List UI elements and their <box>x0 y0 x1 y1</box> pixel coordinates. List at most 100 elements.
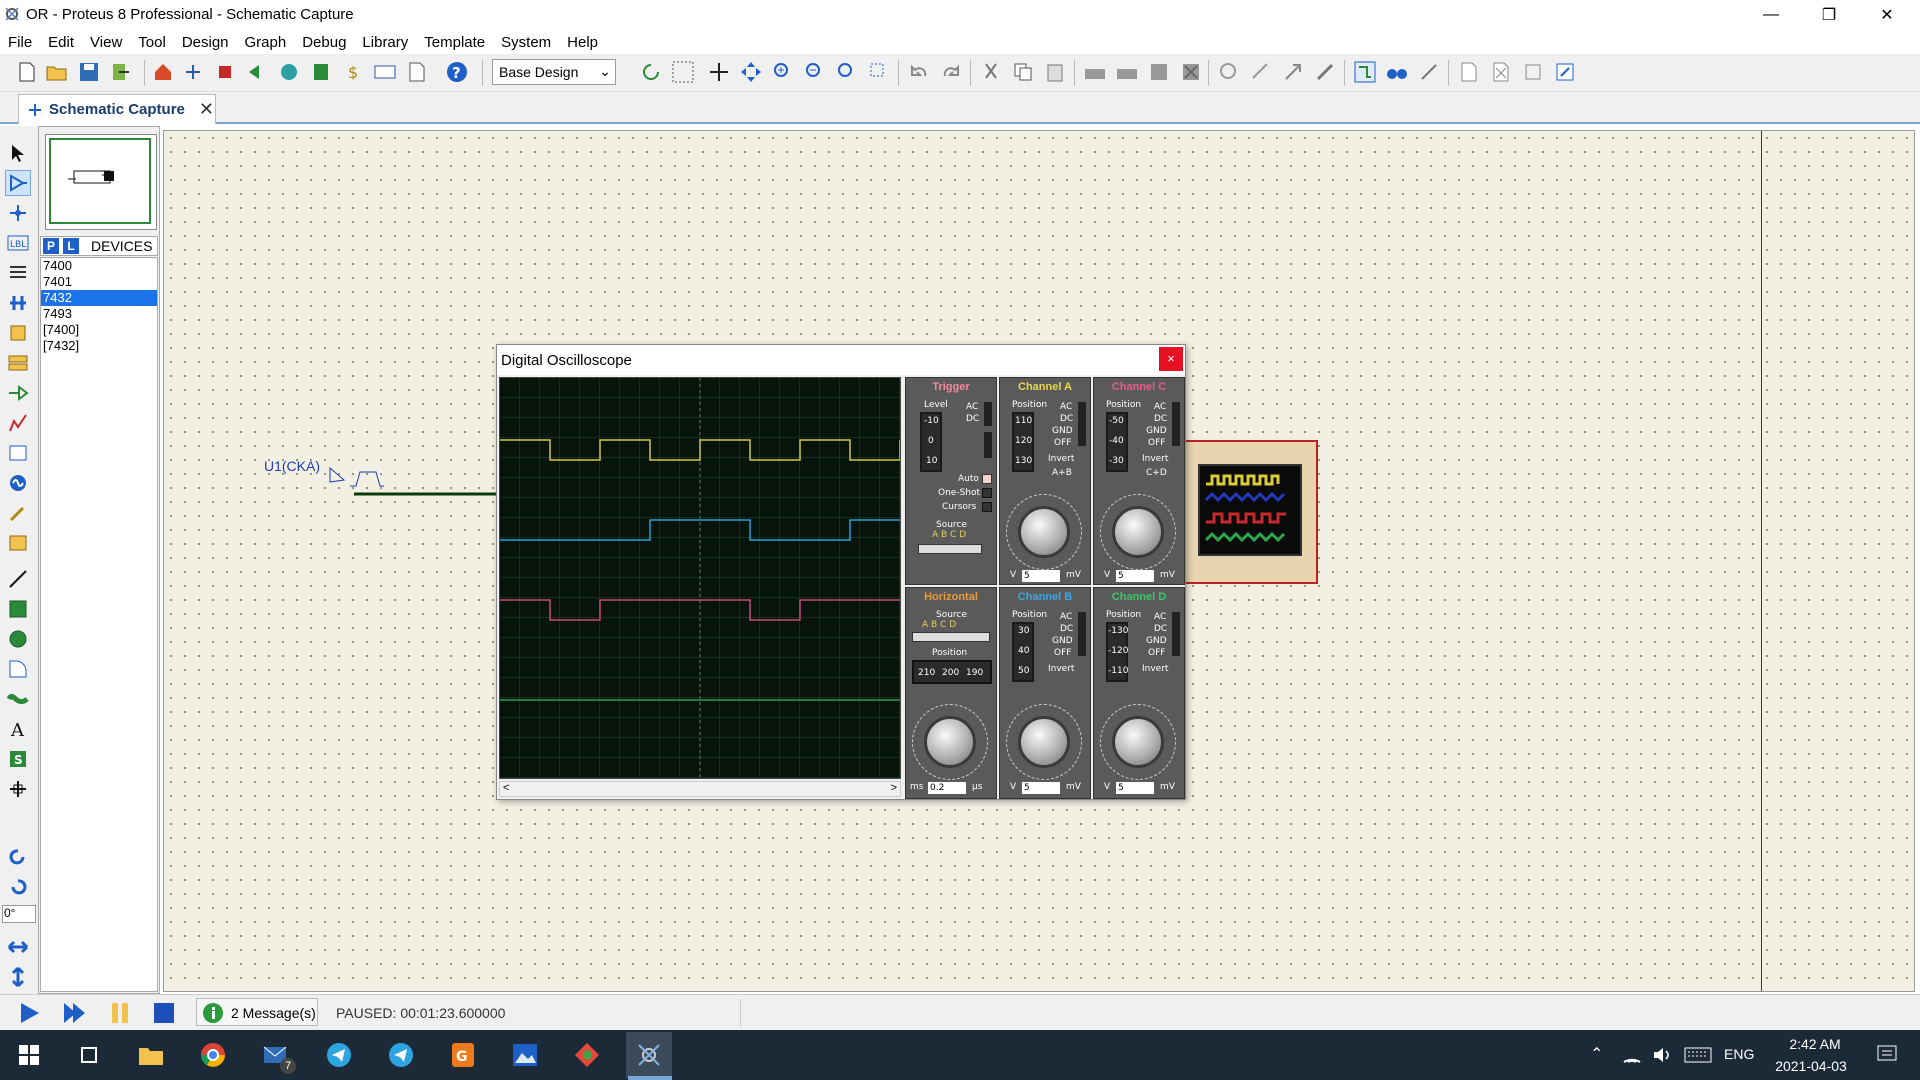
clock-time[interactable]: 2:42 AM <box>1780 1036 1850 1052</box>
list-item[interactable]: 7401 <box>41 274 157 290</box>
menu-file[interactable]: File <box>0 34 40 51</box>
file-explorer-icon[interactable] <box>128 1032 174 1078</box>
exit-to-parent-icon[interactable] <box>1520 59 1546 85</box>
pick-device-icon[interactable] <box>1216 59 1242 85</box>
scroll-right-icon[interactable]: > <box>891 782 897 794</box>
trigger-level-slider[interactable]: -10 0 10 <box>920 412 942 472</box>
home-icon[interactable] <box>150 59 176 85</box>
menu-help[interactable]: Help <box>559 34 606 51</box>
cursors-checkbox[interactable] <box>982 502 992 512</box>
cut-icon[interactable] <box>978 59 1004 85</box>
menu-view[interactable]: View <box>82 34 130 51</box>
pcb-icon[interactable] <box>212 59 238 85</box>
box-icon[interactable] <box>5 596 31 622</box>
junction-dot-icon[interactable] <box>5 200 31 226</box>
text-icon[interactable]: A <box>5 716 31 742</box>
copy-icon[interactable] <box>1010 59 1036 85</box>
marker-icon[interactable] <box>5 776 31 802</box>
task-view-icon[interactable] <box>66 1032 112 1078</box>
library-manager-button[interactable]: L <box>63 238 79 254</box>
undo-icon[interactable] <box>906 59 932 85</box>
telegram-desktop-icon[interactable] <box>378 1032 424 1078</box>
bom-icon[interactable] <box>308 59 334 85</box>
trigger-source-slider[interactable] <box>918 544 982 554</box>
zoom-area-icon[interactable] <box>866 59 892 85</box>
horizontal-position-slider[interactable]: 210 200 190 <box>912 660 992 684</box>
gerber-icon[interactable] <box>244 59 270 85</box>
voltage-probe-icon[interactable] <box>5 500 31 526</box>
menu-design[interactable]: Design <box>174 34 237 51</box>
grid-icon[interactable] <box>670 59 696 85</box>
text-script-icon[interactable] <box>5 260 31 286</box>
step-button[interactable] <box>62 1001 88 1029</box>
arc-icon[interactable] <box>5 656 31 682</box>
one-shot-checkbox[interactable] <box>982 488 992 498</box>
document-icon[interactable] <box>404 59 430 85</box>
channel-b-position-slider[interactable]: 30 40 50 <box>1012 622 1034 682</box>
channel-c-position-slider[interactable]: -50 -40 -30 <box>1106 412 1128 472</box>
restore-button[interactable]: ❐ <box>1800 0 1858 30</box>
telegram-icon[interactable] <box>316 1032 362 1078</box>
virtual-instruments-icon[interactable] <box>5 530 31 556</box>
close-window-button[interactable]: ✕ <box>1858 0 1916 30</box>
channel-d-position-slider[interactable]: -130 -120 -110 <box>1106 622 1128 682</box>
decompose-icon[interactable] <box>1312 59 1338 85</box>
symbol-icon[interactable]: S <box>5 746 31 772</box>
channel-a-position-slider[interactable]: 110 120 130 <box>1012 412 1034 472</box>
close-oscilloscope-button[interactable]: × <box>1159 347 1183 371</box>
block-delete-icon[interactable] <box>1178 59 1204 85</box>
rotation-input[interactable]: 0° <box>2 905 36 923</box>
wire-autorouter-icon[interactable] <box>1352 59 1378 85</box>
pick-devices-button[interactable]: P <box>43 238 59 254</box>
timebase-knob[interactable] <box>924 716 976 768</box>
open-folder-icon[interactable] <box>44 59 70 85</box>
property-tool-icon[interactable] <box>1416 59 1442 85</box>
schematic-icon[interactable] <box>180 59 206 85</box>
tab-schematic-capture[interactable]: Schematic Capture ✕ <box>18 94 216 124</box>
keyboard-icon[interactable] <box>1684 1047 1712 1067</box>
channel-a-coupling-switch[interactable] <box>1078 402 1086 446</box>
subcircuit-icon[interactable] <box>5 320 31 346</box>
3d-view-icon[interactable] <box>276 59 302 85</box>
tape-recorder-icon[interactable] <box>5 440 31 466</box>
language-indicator[interactable]: ENG <box>1724 1046 1754 1062</box>
circle-icon[interactable] <box>5 626 31 652</box>
messages-button[interactable]: 2 Message(s) <box>196 998 318 1026</box>
list-item[interactable]: 7400 <box>41 258 157 274</box>
clock-date[interactable]: 2021-04-03 <box>1766 1058 1856 1074</box>
help-icon[interactable]: ? <box>444 59 470 85</box>
buses-icon[interactable] <box>5 290 31 316</box>
selection-mode-icon[interactable] <box>5 140 31 166</box>
wire-label-icon[interactable]: LBL <box>5 230 31 256</box>
stop-button[interactable] <box>152 1001 176 1029</box>
overview-window[interactable] <box>45 134 157 230</box>
mirror-y-icon[interactable] <box>5 964 31 990</box>
channel-d-volts-knob[interactable] <box>1112 716 1164 768</box>
zoom-in-icon[interactable] <box>770 59 796 85</box>
line-icon[interactable] <box>5 566 31 592</box>
zoom-all-icon[interactable] <box>834 59 860 85</box>
rotate-anticlockwise-icon[interactable] <box>5 874 31 900</box>
block-rotate-icon[interactable] <box>1146 59 1172 85</box>
source-code-icon[interactable] <box>372 59 398 85</box>
menu-edit[interactable]: Edit <box>40 34 82 51</box>
photos-icon[interactable] <box>502 1032 548 1078</box>
terminals-icon[interactable] <box>5 350 31 376</box>
refresh-icon[interactable] <box>638 59 664 85</box>
design-explorer-icon[interactable] <box>1552 59 1578 85</box>
menu-system[interactable]: System <box>493 34 559 51</box>
make-device-icon[interactable] <box>1248 59 1274 85</box>
scope-horizontal-scrollbar[interactable]: < > <box>499 781 901 797</box>
rotate-clockwise-icon[interactable] <box>5 844 31 870</box>
horizontal-source-slider[interactable] <box>912 632 990 642</box>
save-icon[interactable] <box>76 59 102 85</box>
trigger-coupling-switch[interactable] <box>984 402 992 426</box>
scroll-left-icon[interactable]: < <box>503 782 509 794</box>
list-item[interactable]: [7400] <box>41 322 157 338</box>
generator-mode-icon[interactable] <box>5 470 31 496</box>
menu-graph[interactable]: Graph <box>237 34 295 51</box>
new-file-icon[interactable] <box>14 59 40 85</box>
clock-generator-symbol[interactable] <box>328 464 498 496</box>
proteus-taskbar-icon[interactable] <box>626 1032 672 1078</box>
network-icon[interactable] <box>1622 1046 1642 1068</box>
